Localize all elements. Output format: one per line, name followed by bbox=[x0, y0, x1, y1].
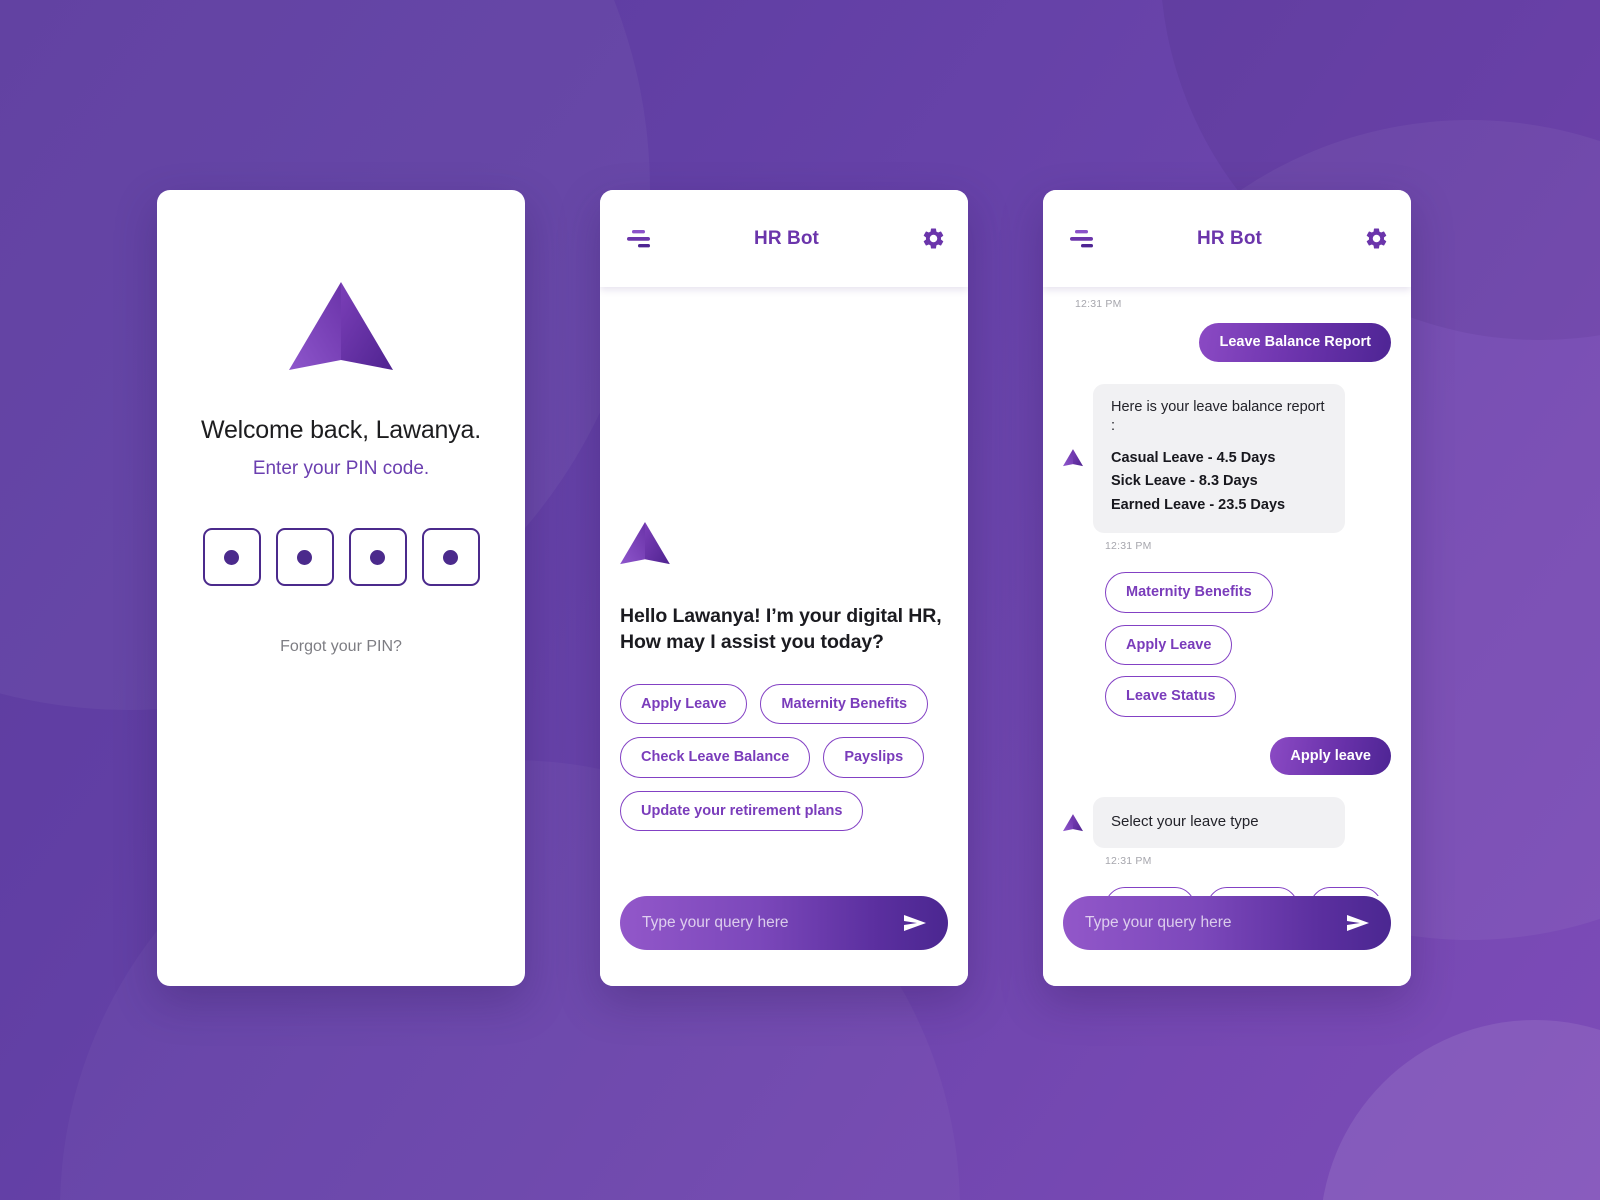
lock-subtitle: Enter your PIN code. bbox=[252, 458, 430, 479]
canvas: Welcome back, Lawanya. Enter your PIN co… bbox=[0, 0, 1600, 1200]
bot-bubble-select-leave-type: Select your leave type bbox=[1093, 797, 1345, 848]
phone-screen-welcome: HR Bot Hello Lawanya! I’m your digital H… bbox=[600, 190, 968, 986]
tri-arrow-logo-icon bbox=[620, 522, 670, 565]
report-item-sick: Sick Leave - 8.3 Days bbox=[1111, 473, 1258, 490]
quick-reply-apply-leave[interactable]: Apply Leave bbox=[620, 683, 748, 724]
leave-type-sick[interactable]: Sick bbox=[1309, 886, 1382, 896]
report-lead: Here is your leave balance report : bbox=[1111, 398, 1325, 435]
user-message: Apply leave bbox=[1063, 736, 1391, 776]
bot-greeting: Hello Lawanya! I’m your digital HR, How … bbox=[620, 604, 948, 655]
pin-dot-icon bbox=[224, 549, 239, 565]
user-message: Leave Balance Report bbox=[1063, 323, 1391, 362]
pin-dot-icon bbox=[443, 549, 458, 565]
quick-reply-update-retirement-plans[interactable]: Update your retirement plans bbox=[620, 790, 864, 831]
menu-icon[interactable] bbox=[1067, 228, 1095, 250]
leave-type-earned[interactable]: Earned bbox=[1206, 886, 1298, 896]
phone-screen-chat: HR Bot 12:31 PM Leave Balance Report Her… bbox=[1043, 190, 1411, 986]
quick-reply-row-2: Leave Status bbox=[1105, 676, 1391, 717]
pin-digit-1[interactable] bbox=[202, 528, 261, 586]
message-timestamp: 12:31 PM bbox=[1105, 540, 1152, 553]
gear-icon[interactable] bbox=[921, 226, 946, 251]
message-timestamp: 12:31 PM bbox=[1105, 854, 1152, 867]
chat-body[interactable]: 12:31 PM Leave Balance Report Here is yo… bbox=[1043, 287, 1411, 896]
user-bubble-leave-balance-report: Leave Balance Report bbox=[1199, 323, 1391, 362]
app-header: HR Bot bbox=[600, 190, 968, 287]
bot-message-report: Here is your leave balance report : Casu… bbox=[1063, 383, 1391, 534]
quick-reply-payslips[interactable]: Payslips bbox=[823, 737, 925, 778]
forgot-pin-link[interactable]: Forgot your PIN? bbox=[280, 638, 402, 656]
quick-reply-maternity-benefits[interactable]: Maternity Benefits bbox=[760, 683, 929, 724]
phone-screen-lock: Welcome back, Lawanya. Enter your PIN co… bbox=[157, 190, 525, 986]
quick-reply-apply-leave[interactable]: Apply Leave bbox=[1105, 624, 1233, 666]
menu-icon[interactable] bbox=[624, 228, 652, 250]
user-bubble-apply-leave: Apply leave bbox=[1270, 736, 1391, 776]
quick-reply-row-1: Maternity Benefits Apply Leave bbox=[1105, 572, 1391, 666]
chat-body: Hello Lawanya! I’m your digital HR, How … bbox=[600, 287, 968, 896]
leave-type-casual[interactable]: Casual bbox=[1105, 886, 1195, 896]
query-input[interactable] bbox=[1085, 914, 1345, 932]
pin-dot-icon bbox=[370, 549, 385, 565]
quick-reply-maternity-benefits[interactable]: Maternity Benefits bbox=[1105, 572, 1273, 613]
report-item-casual: Casual Leave - 4.5 Days bbox=[1111, 449, 1276, 466]
app-header: HR Bot bbox=[1043, 190, 1411, 287]
leave-type-options: Casual Earned Sick bbox=[1105, 886, 1391, 896]
tri-arrow-logo-icon bbox=[1063, 813, 1083, 831]
pin-digit-3[interactable] bbox=[348, 528, 407, 586]
bot-message-prompt: Select your leave type bbox=[1063, 797, 1391, 848]
message-composer[interactable] bbox=[1063, 896, 1391, 950]
pin-digit-2[interactable] bbox=[275, 528, 334, 586]
tri-arrow-logo-icon bbox=[1063, 449, 1083, 467]
message-thread: 12:31 PM Leave Balance Report Here is yo… bbox=[1063, 287, 1391, 896]
composer-area bbox=[600, 896, 968, 986]
query-input[interactable] bbox=[642, 914, 902, 932]
pin-digit-4[interactable] bbox=[421, 528, 480, 586]
page-title: HR Bot bbox=[754, 227, 819, 249]
greeting-line-1: Hello Lawanya! I’m your digital HR, bbox=[620, 605, 942, 628]
page-title: Welcome back, Lawanya. bbox=[201, 416, 481, 444]
report-item-earned: Earned Leave - 23.5 Days bbox=[1111, 496, 1286, 513]
quick-reply-row-2: Check Leave Balance Payslips bbox=[620, 737, 948, 778]
tri-arrow-logo-icon bbox=[289, 282, 393, 370]
quick-reply-row-3: Update your retirement plans bbox=[620, 790, 948, 831]
quick-reply-row-1: Apply Leave Maternity Benefits bbox=[620, 683, 948, 724]
page-title: HR Bot bbox=[1197, 227, 1262, 249]
composer-area bbox=[1043, 896, 1411, 986]
quick-reply-leave-status[interactable]: Leave Status bbox=[1105, 676, 1237, 717]
prompt-text: Select your leave type bbox=[1111, 813, 1259, 831]
message-composer[interactable] bbox=[620, 896, 948, 950]
send-icon[interactable] bbox=[902, 913, 928, 933]
gear-icon[interactable] bbox=[1364, 226, 1389, 251]
bot-bubble-leave-balance: Here is your leave balance report : Casu… bbox=[1093, 383, 1345, 534]
message-timestamp: 12:31 PM bbox=[1075, 298, 1122, 310]
greeting-line-2: How may I assist you today? bbox=[620, 630, 884, 653]
pin-dot-icon bbox=[297, 549, 312, 565]
background-circle-bottom-right bbox=[1320, 1020, 1600, 1200]
lock-body: Welcome back, Lawanya. Enter your PIN co… bbox=[157, 190, 525, 986]
pin-input-group[interactable] bbox=[202, 528, 480, 586]
send-icon[interactable] bbox=[1345, 913, 1371, 933]
quick-reply-check-leave-balance[interactable]: Check Leave Balance bbox=[620, 737, 811, 778]
